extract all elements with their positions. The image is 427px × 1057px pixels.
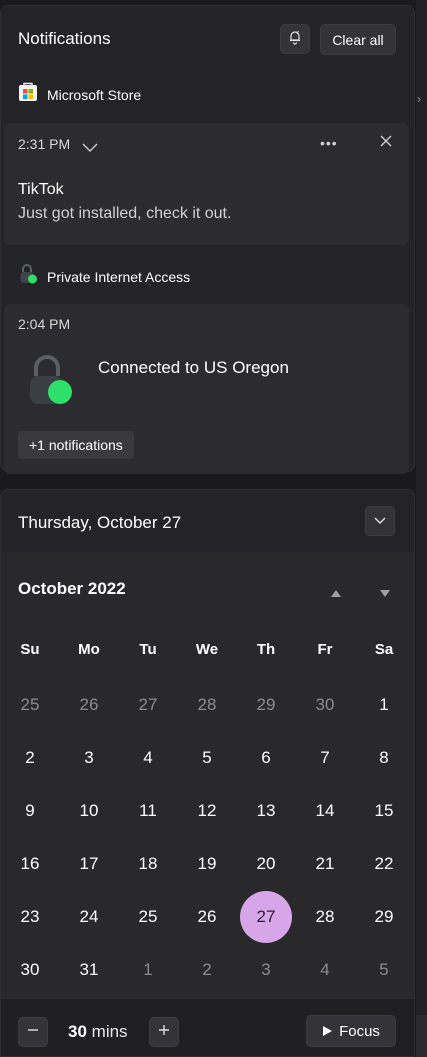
- background-window-corner: [416, 1015, 427, 1057]
- increase-duration-button[interactable]: [149, 1017, 179, 1047]
- collapse-calendar-button[interactable]: [365, 506, 395, 536]
- more-options-icon[interactable]: •••: [320, 135, 338, 151]
- calendar-date-header: Thursday, October 27: [18, 513, 182, 532]
- calendar-day[interactable]: 20: [240, 838, 292, 890]
- clear-all-button[interactable]: Clear all: [320, 24, 396, 55]
- calendar-day[interactable]: 30: [4, 944, 56, 996]
- weekday-header: Mo: [78, 641, 100, 658]
- weekday-header: Th: [256, 641, 276, 658]
- calendar-day[interactable]: 22: [358, 838, 410, 890]
- calendar-header: Thursday, October 27: [1, 490, 414, 552]
- notification-title: TikTok: [18, 181, 64, 198]
- calendar-day[interactable]: 9: [4, 785, 56, 837]
- calendar-panel: Thursday, October 27 October 2022 Su Mo Tu…: [0, 489, 415, 1057]
- calendar-day[interactable]: 26: [63, 679, 115, 731]
- weekday-header: We: [195, 641, 219, 658]
- calendar-day[interactable]: 13: [240, 785, 292, 837]
- pia-lock-large-icon: [26, 354, 76, 413]
- calendar-day[interactable]: 11: [122, 785, 174, 837]
- calendar-day[interactable]: 30: [299, 679, 351, 731]
- more-notifications-button[interactable]: +1 notifications: [18, 431, 134, 459]
- pia-lock-icon: [18, 263, 38, 290]
- notifications-panel: Notifications z Clear all Microsoft Stor…: [0, 5, 415, 474]
- calendar-day[interactable]: 31: [63, 944, 115, 996]
- calendar-day[interactable]: 26: [181, 891, 233, 943]
- calendar-day[interactable]: 5: [181, 732, 233, 784]
- weekday-header: Fr: [317, 641, 333, 658]
- play-icon: [323, 1026, 333, 1036]
- calendar-day[interactable]: 16: [4, 838, 56, 890]
- calendar-day[interactable]: 29: [358, 891, 410, 943]
- svg-text:z: z: [297, 30, 300, 36]
- weekday-header: Tu: [139, 641, 157, 658]
- calendar-month-view: October 2022 Su Mo Tu We Th Fr Sa 25 26 27 28 29 30 1…: [1, 552, 414, 998]
- close-icon[interactable]: [379, 134, 393, 153]
- calendar-day[interactable]: 21: [299, 838, 351, 890]
- calendar-day[interactable]: 14: [299, 785, 351, 837]
- calendar-day[interactable]: 2: [4, 732, 56, 784]
- calendar-day[interactable]: 5: [358, 944, 410, 996]
- plus-icon: [158, 1023, 170, 1041]
- calendar-day[interactable]: 29: [240, 679, 292, 731]
- do-not-disturb-button[interactable]: z: [280, 24, 310, 54]
- calendar-day[interactable]: 4: [299, 944, 351, 996]
- notification-body: Connected to US Oregon: [98, 358, 289, 377]
- notification-card-tiktok[interactable]: 2:31 PM ••• TikTok Just got installed, c…: [4, 123, 409, 245]
- app-name: Microsoft Store: [47, 86, 142, 103]
- notification-card-pia[interactable]: 2:04 PM Connected to US Oregon +1 notifi…: [4, 304, 409, 474]
- calendar-day[interactable]: 8: [358, 732, 410, 784]
- calendar-day[interactable]: 18: [122, 838, 174, 890]
- calendar-day[interactable]: 24: [63, 891, 115, 943]
- app-header-private-internet-access: Private Internet Access: [18, 263, 190, 290]
- calendar-day[interactable]: 27: [122, 679, 174, 731]
- calendar-day[interactable]: 15: [358, 785, 410, 837]
- calendar-day[interactable]: 1: [122, 944, 174, 996]
- notification-time: 2:04 PM: [18, 316, 71, 332]
- calendar-day[interactable]: 25: [122, 891, 174, 943]
- calendar-day[interactable]: 3: [63, 732, 115, 784]
- calendar-day[interactable]: 19: [181, 838, 233, 890]
- next-month-icon[interactable]: [379, 585, 391, 603]
- calendar-day[interactable]: 17: [63, 838, 115, 890]
- calendar-day[interactable]: 28: [299, 891, 351, 943]
- notifications-title: Notifications: [18, 29, 111, 48]
- calendar-day[interactable]: 3: [240, 944, 292, 996]
- calendar-day[interactable]: 23: [4, 891, 56, 943]
- calendar-day[interactable]: 12: [181, 785, 233, 837]
- focus-button[interactable]: Focus: [306, 1015, 396, 1047]
- duration-value: 30: [68, 1022, 87, 1041]
- focus-button-label: Focus: [339, 1022, 380, 1040]
- calendar-day[interactable]: 2: [181, 944, 233, 996]
- background-window-edge: ›: [416, 0, 427, 1057]
- decrease-duration-button[interactable]: [18, 1017, 48, 1047]
- calendar-day[interactable]: 6: [240, 732, 292, 784]
- minus-icon: [27, 1023, 39, 1041]
- microsoft-store-icon: [18, 82, 38, 107]
- app-name: Private Internet Access: [47, 268, 191, 285]
- app-header-microsoft-store: Microsoft Store: [18, 82, 141, 107]
- month-title[interactable]: October 2022: [18, 579, 126, 599]
- focus-duration: 30 mins: [68, 1022, 128, 1042]
- calendar-day[interactable]: 10: [63, 785, 115, 837]
- calendar-day[interactable]: 25: [4, 679, 56, 731]
- focus-session-bar: 30 mins Focus: [1, 998, 414, 1056]
- chevron-down-icon[interactable]: [82, 140, 98, 158]
- calendar-day[interactable]: 28: [181, 679, 233, 731]
- duration-unit: mins: [91, 1022, 128, 1041]
- calendar-day[interactable]: 1: [358, 679, 410, 731]
- background-glyph: ›: [417, 92, 421, 106]
- calendar-day[interactable]: 4: [122, 732, 174, 784]
- previous-month-icon[interactable]: [330, 585, 342, 603]
- notification-body: Just got installed, check it out.: [18, 205, 232, 222]
- calendar-day[interactable]: 7: [299, 732, 351, 784]
- weekday-header: Sa: [374, 641, 394, 658]
- notification-time: 2:31 PM: [18, 136, 71, 152]
- weekday-header: Su: [20, 641, 40, 658]
- calendar-day[interactable]: 27: [240, 891, 292, 943]
- chevron-down-icon: [374, 512, 386, 530]
- bell-snooze-icon: z: [287, 29, 303, 50]
